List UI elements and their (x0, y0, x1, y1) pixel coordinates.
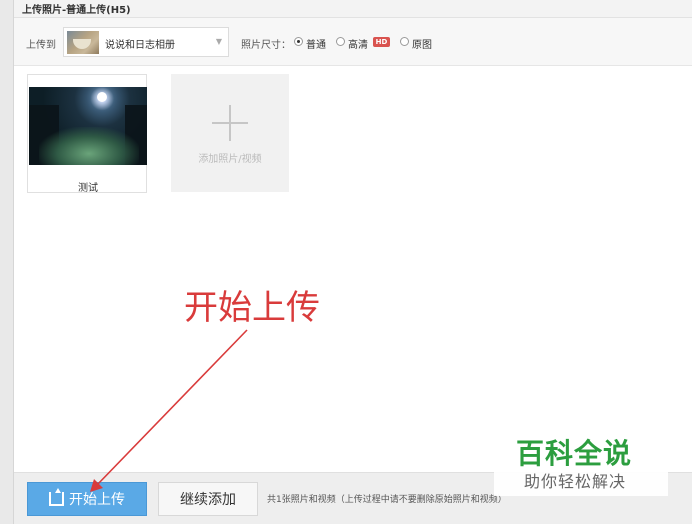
album-cover-thumbnail (67, 31, 99, 54)
photo-image-detail (97, 92, 107, 102)
upload-icon (49, 488, 64, 506)
size-hd-label[interactable]: 高清 (348, 36, 368, 51)
photo-caption[interactable]: 测试 (28, 179, 148, 194)
album-select[interactable]: 说说和日志相册 ▼ (63, 27, 229, 57)
plus-icon (229, 105, 231, 141)
annotation-callout: 开始上传 (184, 288, 320, 328)
chevron-down-icon[interactable]: ▼ (216, 37, 222, 46)
photo-grid: 测试 添加照片/视频 (14, 66, 692, 472)
dialog-title: 上传照片-普通上传(H5) (22, 5, 131, 16)
upload-toolbar: 上传到 说说和日志相册 ▼ 照片尺寸： 普通 高清 HD 原图 (14, 18, 692, 66)
size-original-label[interactable]: 原图 (412, 36, 432, 51)
photo-thumbnail (29, 87, 147, 165)
photo-card[interactable]: 测试 (27, 74, 148, 194)
continue-add-button[interactable]: 继续添加 (158, 482, 258, 516)
dialog-titlebar: 上传照片-普通上传(H5) (14, 0, 692, 18)
watermark: 百科全说 助你轻松解决 (494, 432, 668, 496)
background-page-strip (0, 0, 14, 524)
size-original-radio[interactable] (400, 37, 409, 46)
album-cover-image (73, 39, 91, 49)
watermark-subtitle: 助你轻松解决 (524, 472, 627, 491)
upload-summary-note: 共1张照片和视频（上传过程中请不要删除原始照片和视频） (267, 495, 507, 505)
continue-add-label: 继续添加 (180, 492, 236, 508)
album-name: 说说和日志相册 (105, 40, 175, 51)
size-normal-radio[interactable] (294, 37, 303, 46)
start-upload-button[interactable]: 开始上传 (27, 482, 147, 516)
start-upload-label: 开始上传 (69, 492, 125, 508)
size-normal-label[interactable]: 普通 (306, 36, 326, 51)
hd-badge: HD (373, 37, 390, 47)
add-photo-tile[interactable]: 添加照片/视频 (171, 74, 289, 192)
photo-size-label: 照片尺寸： (241, 40, 291, 51)
add-photo-label: 添加照片/视频 (198, 154, 262, 165)
size-hd-radio[interactable] (336, 37, 345, 46)
watermark-title: 百科全说 (516, 437, 633, 470)
photo-image-detail (39, 127, 139, 165)
upload-to-label: 上传到 (26, 40, 56, 51)
